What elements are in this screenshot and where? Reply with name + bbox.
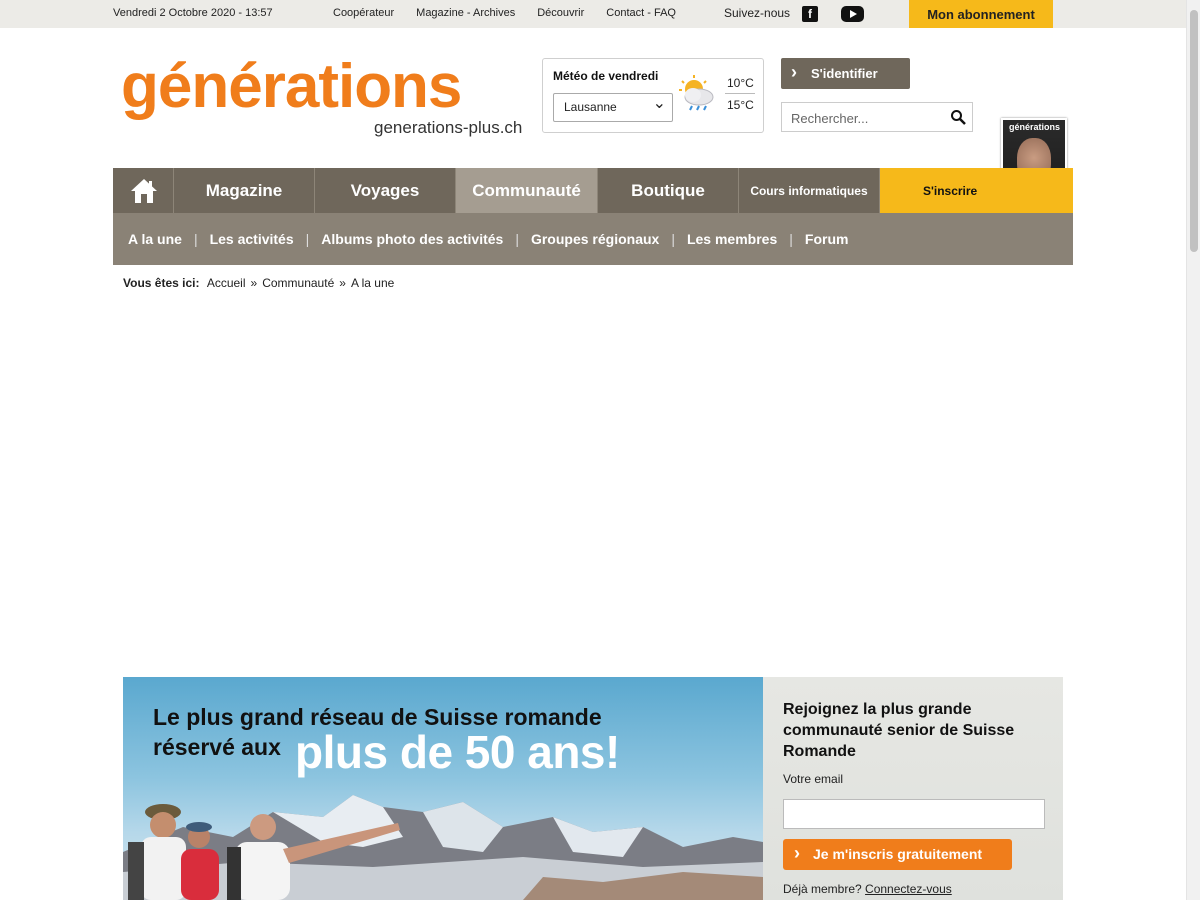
community-banner[interactable]: Le plus grand réseau de Suisse romande r… — [123, 677, 763, 900]
main-nav: Magazine Voyages Communauté Boutique Cou… — [113, 168, 1073, 213]
breadcrumb-separator: » — [339, 276, 346, 290]
temp-divider — [725, 93, 755, 94]
signup-button[interactable]: Je m'inscris gratuitement — [783, 838, 1012, 870]
link-magazine-archives[interactable]: Magazine - Archives — [416, 7, 515, 19]
breadcrumb-current: A la une — [350, 276, 395, 290]
youtube-icon[interactable] — [841, 6, 864, 22]
facebook-icon[interactable]: f — [802, 6, 818, 22]
city-select[interactable]: Lausanne — [553, 90, 673, 122]
search-box — [781, 102, 973, 132]
current-date: Vendredi 2 Octobre 2020 - 13:57 — [113, 7, 273, 19]
signup-panel: Rejoignez la plus grande communauté seni… — [763, 677, 1063, 900]
email-field[interactable] — [783, 799, 1045, 829]
site-logo[interactable]: générations — [121, 52, 462, 122]
subnav-separator: | — [193, 231, 198, 247]
link-contact-faq[interactable]: Contact - FAQ — [606, 7, 676, 19]
weather-title: Météo de vendredi — [553, 69, 659, 83]
breadcrumb-accueil[interactable]: Accueil — [207, 276, 246, 290]
subnav-separator: | — [515, 231, 519, 247]
breadcrumb-label: Vous êtes ici: — [123, 276, 200, 290]
breadcrumb-communaute[interactable]: Communauté — [262, 276, 334, 290]
sub-nav: A la une | Les activités | Albums photo … — [113, 213, 1073, 265]
signup-title: Rejoignez la plus grande communauté seni… — [783, 701, 1015, 760]
breadcrumb: Vous êtes ici: Accueil » Communauté » A la u… — [123, 276, 394, 290]
subnav-separator: | — [789, 231, 793, 247]
banner-subline: réservé aux — [153, 734, 281, 760]
nav-magazine[interactable]: Magazine — [174, 168, 315, 213]
login-button[interactable]: S'identifier — [781, 57, 910, 89]
top-bar: Vendredi 2 Octobre 2020 - 13:57 Coopérat… — [0, 0, 1186, 28]
follow-label: Suivez-nous — [724, 6, 791, 20]
top-links: Coopérateur Magazine - Archives Découvri… — [333, 7, 676, 19]
email-label: Votre email — [783, 772, 844, 786]
nav-home[interactable] — [113, 168, 174, 213]
subnav-groupes[interactable]: Groupes régionaux — [531, 231, 659, 247]
link-cooperateur[interactable]: Coopérateur — [333, 7, 394, 19]
subscription-button[interactable]: Mon abonnement — [909, 0, 1053, 28]
subnav-activites[interactable]: Les activités — [210, 231, 294, 247]
subnav-separator: | — [305, 231, 310, 247]
scrollbar-thumb[interactable] — [1190, 10, 1198, 252]
subnav-forum[interactable]: Forum — [805, 231, 849, 247]
weather-widget: Météo de vendredi Lausanne 10°C 15°C — [542, 58, 764, 133]
subnav-separator: | — [671, 231, 675, 247]
breadcrumb-separator: » — [250, 276, 258, 290]
site-logo-subtitle: generations-plus.ch — [374, 118, 523, 137]
subnav-a-la-une[interactable]: A la une — [128, 231, 182, 247]
nav-cours-informatiques[interactable]: Cours informatiques — [739, 168, 880, 213]
search-icon[interactable] — [950, 109, 966, 125]
temp-min: 10°C — [727, 76, 754, 90]
link-decouvrir[interactable]: Découvrir — [537, 7, 584, 19]
login-link[interactable]: Connectez-vous — [865, 882, 952, 896]
nav-voyages[interactable]: Voyages — [315, 168, 456, 213]
cloud-sun-rain-icon — [679, 75, 714, 111]
banner-highlight: plus de 50 ans! — [295, 726, 620, 778]
home-icon — [131, 179, 157, 203]
member-prompt: Déjà membre? Connectez-vous — [783, 882, 952, 896]
cover-title: générations — [1009, 122, 1061, 132]
nav-boutique[interactable]: Boutique — [598, 168, 739, 213]
member-text: Déjà membre? — [783, 882, 862, 896]
subnav-membres[interactable]: Les membres — [687, 231, 777, 247]
search-input[interactable] — [791, 109, 941, 127]
nav-signup[interactable]: S'inscrire — [880, 168, 1073, 213]
subnav-albums[interactable]: Albums photo des activités — [321, 231, 503, 247]
temp-max: 15°C — [727, 98, 754, 112]
page-scrollbar[interactable] — [1186, 0, 1200, 900]
nav-communaute[interactable]: Communauté — [456, 168, 598, 213]
